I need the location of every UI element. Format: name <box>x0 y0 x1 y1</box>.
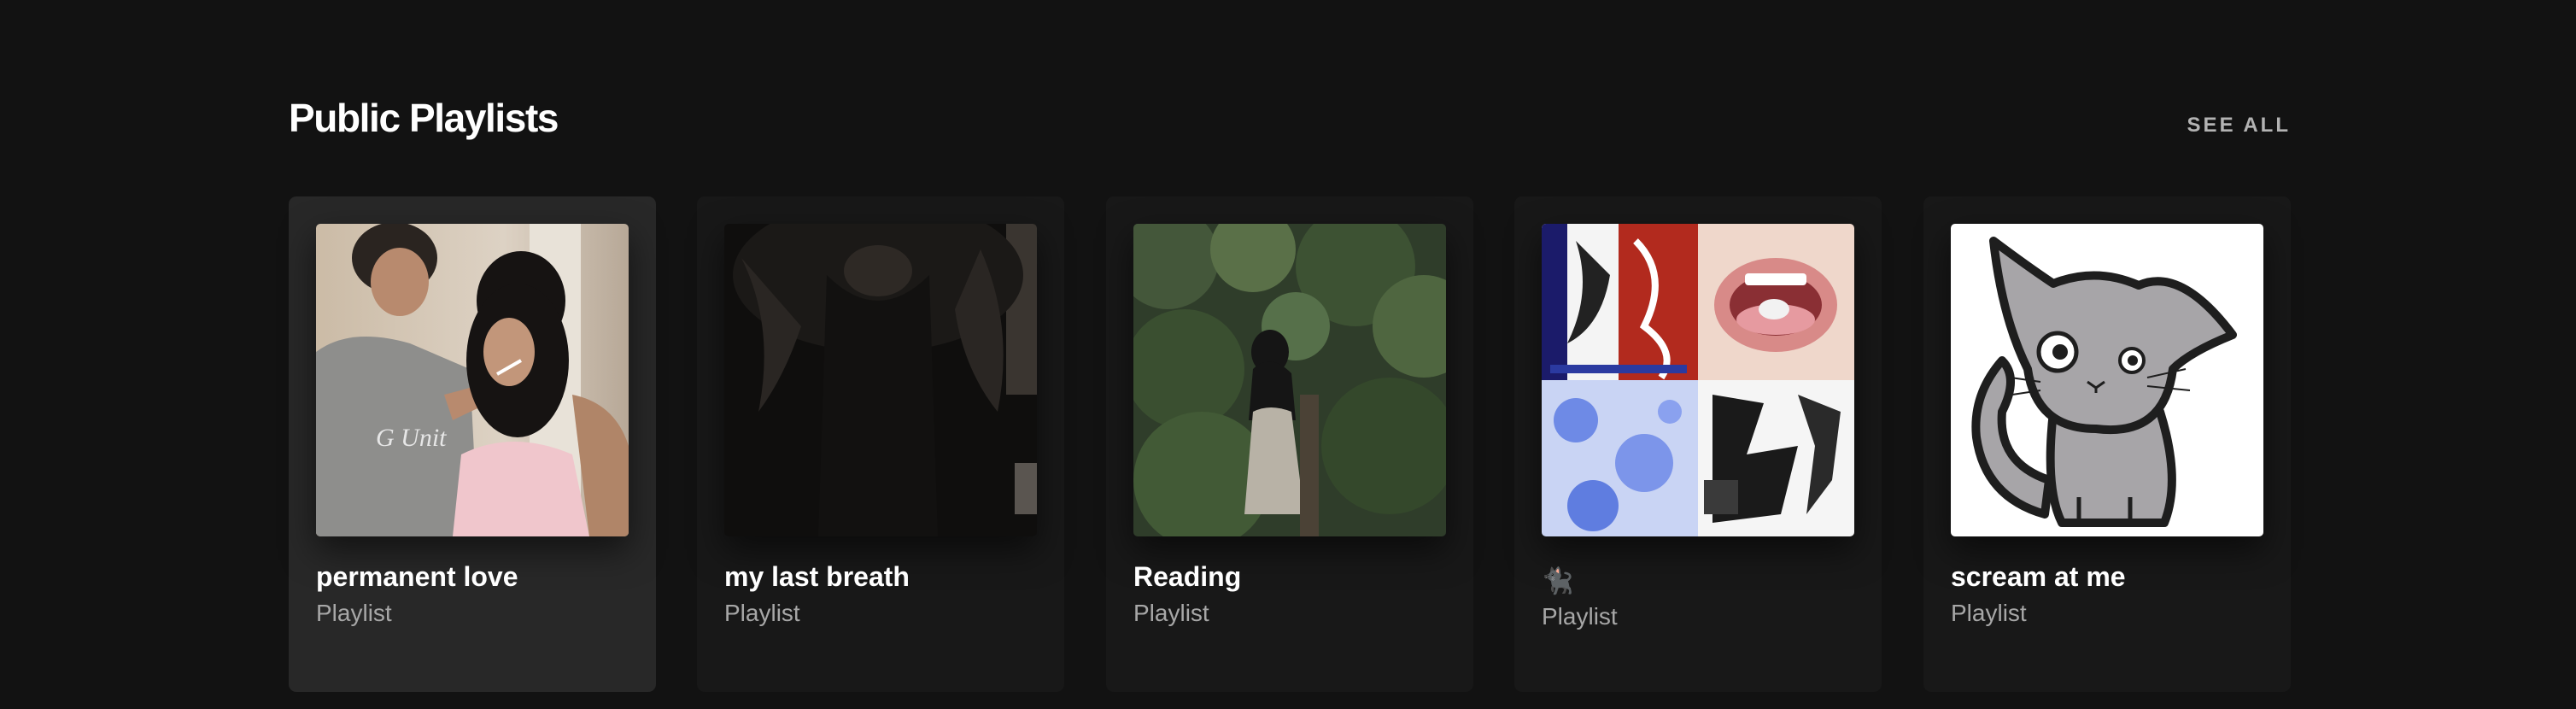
playlist-card-reading[interactable]: Reading Playlist <box>1106 196 1473 692</box>
public-playlists-section: Public Playlists SEE ALL G Unit permanen… <box>289 0 2291 709</box>
playlist-card-permanent-love[interactable]: G Unit permanent love Playlist <box>289 196 656 692</box>
playlist-subtitle: Playlist <box>1542 603 1618 630</box>
playlist-cover-image <box>1542 224 1854 536</box>
playlist-title[interactable]: my last breath <box>724 559 1037 595</box>
playlist-title[interactable]: 🐈‍⬛ <box>1542 564 1854 600</box>
playlist-cover-image <box>1951 224 2263 536</box>
playlist-cover-image: G Unit <box>316 224 629 536</box>
see-all-link[interactable]: SEE ALL <box>2187 113 2291 138</box>
playlist-cover-image <box>1133 224 1446 536</box>
svg-text:G Unit: G Unit <box>376 424 447 452</box>
playlist-title[interactable]: Reading <box>1133 559 1446 595</box>
playlist-subtitle: Playlist <box>724 600 800 626</box>
playlist-card-my-last-breath[interactable]: my last breath Playlist <box>697 196 1064 692</box>
playlist-title[interactable]: scream at me <box>1951 559 2263 595</box>
playlist-cover-image <box>724 224 1037 536</box>
section-title: Public Playlists <box>289 96 559 140</box>
playlist-subtitle: Playlist <box>1951 600 2027 626</box>
playlist-card-black-cat-emoji[interactable]: 🐈‍⬛ Playlist <box>1514 196 1882 692</box>
playlist-subtitle: Playlist <box>316 600 392 626</box>
playlist-card-scream-at-me[interactable]: scream at me Playlist <box>1923 196 2291 692</box>
playlist-subtitle: Playlist <box>1133 600 1209 626</box>
playlist-title[interactable]: permanent love <box>316 559 629 595</box>
